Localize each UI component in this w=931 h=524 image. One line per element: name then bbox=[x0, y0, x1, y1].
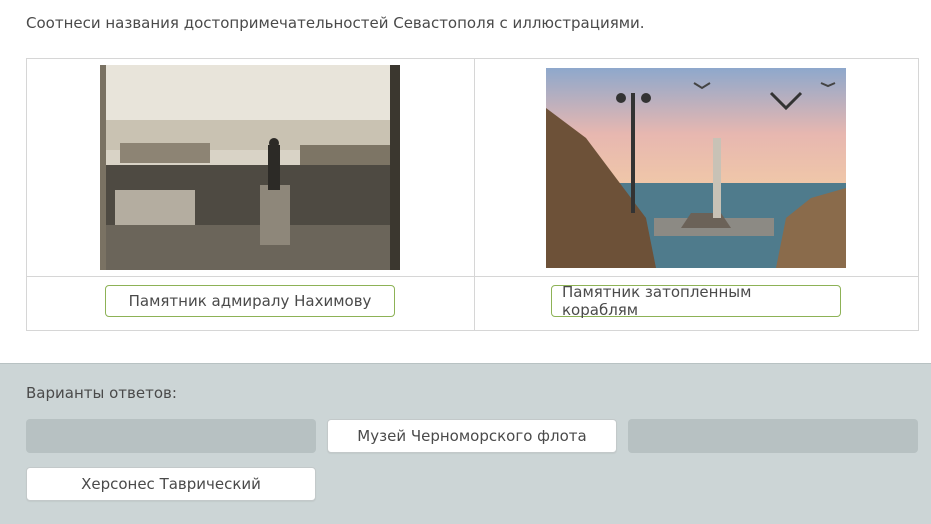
drop-zone-2[interactable]: Памятник затопленным кораблям bbox=[551, 283, 841, 319]
answer-option-label: Музей Черноморского флота bbox=[357, 427, 587, 445]
table-divider-vertical bbox=[474, 59, 475, 330]
answer-option[interactable]: Музей Черноморского флота bbox=[327, 419, 617, 453]
answers-panel: Варианты ответов: Музей Черноморского фл… bbox=[0, 363, 931, 524]
answer-slot-empty-1 bbox=[26, 419, 316, 453]
matching-table: Памятник адмиралу Нахимову Памятник зато… bbox=[26, 58, 919, 331]
answer-option-label: Херсонес Таврический bbox=[81, 475, 261, 493]
placed-answer-2: Памятник затопленным кораблям bbox=[562, 283, 752, 319]
table-divider-horizontal bbox=[27, 276, 918, 277]
answers-title: Варианты ответов: bbox=[26, 384, 177, 402]
question-text: Соотнеси названия достопримечательностей… bbox=[26, 14, 645, 32]
photo-nakhimov-monument bbox=[100, 65, 400, 270]
answer-slot-empty-2 bbox=[628, 419, 918, 453]
photo-sunken-ships-monument bbox=[546, 68, 846, 268]
answer-option[interactable]: Херсонес Таврический bbox=[26, 467, 316, 501]
placed-answer-1: Памятник адмиралу Нахимову bbox=[128, 292, 372, 310]
drop-zone-1[interactable]: Памятник адмиралу Нахимову bbox=[105, 285, 395, 317]
